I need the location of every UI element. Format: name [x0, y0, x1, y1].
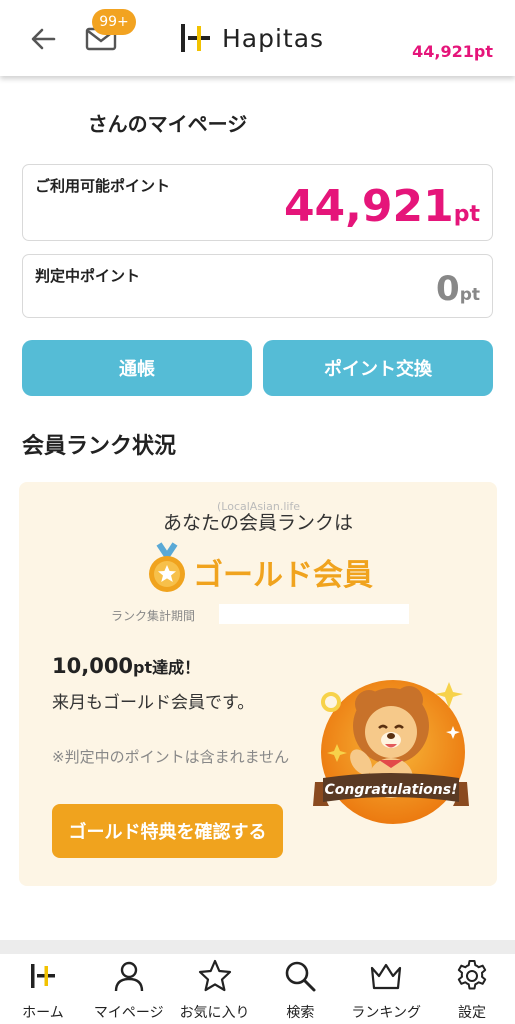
hapitas-logo[interactable]: Hapitas	[178, 20, 324, 56]
hapitas-logo-icon	[181, 24, 210, 52]
achievement-unit: pt	[133, 658, 153, 677]
gear-icon	[457, 960, 487, 990]
pending-points-label: 判定中ポイント	[35, 267, 141, 285]
bottom-navigation: ホーム マイページ お気に入り 検索 ランキング 設定	[0, 954, 515, 1024]
nav-search-label: 検索	[286, 1005, 315, 1021]
person-icon	[114, 961, 143, 992]
available-points-value: 44,921pt	[284, 181, 480, 232]
rank-name: ゴールド会員	[193, 558, 373, 593]
achievement-suffix: 達成！	[152, 658, 201, 677]
header-points[interactable]: 44,921pt	[412, 42, 493, 61]
rank-period-value-redacted	[219, 604, 409, 624]
crown-icon	[371, 963, 402, 990]
content-divider	[0, 940, 515, 954]
achievement-text: 10,000pt達成！	[52, 654, 200, 678]
page-title: さんのマイページ	[0, 108, 515, 137]
gold-benefits-button[interactable]: ゴールド特典を確認する	[52, 804, 283, 858]
nav-favorites-label: お気に入り	[179, 1005, 250, 1021]
nav-home[interactable]: ホーム	[0, 954, 86, 1024]
available-points-card: ご利用可能ポイント 44,921pt	[22, 164, 493, 241]
pending-points-unit: pt	[459, 285, 480, 305]
passbook-button[interactable]: 通帳	[22, 340, 252, 396]
star-icon	[198, 959, 231, 992]
nav-ranking-label: ランキング	[351, 1005, 422, 1021]
nav-home-label: ホーム	[22, 1005, 64, 1021]
achievement-amount: 10,000	[52, 654, 134, 678]
back-arrow-icon[interactable]	[26, 22, 60, 56]
search-icon	[286, 961, 316, 992]
nav-mypage-label: マイページ	[93, 1005, 164, 1021]
next-month-rank-text: 来月もゴールド会員です。	[52, 693, 255, 713]
nav-mypage[interactable]: マイページ	[86, 954, 172, 1024]
available-points-unit: pt	[453, 202, 480, 227]
gold-medal-icon	[149, 542, 185, 592]
congratulations-text: Congratulations!	[325, 782, 458, 798]
available-points-label: ご利用可能ポイント	[35, 177, 171, 195]
pending-note: ※判定中のポイントは含まれません	[52, 748, 290, 766]
nav-search[interactable]: 検索	[257, 954, 343, 1024]
pending-points-number: 0	[436, 269, 460, 309]
rank-section-title: 会員ランク状況	[22, 434, 177, 459]
home-logo-icon	[30, 964, 55, 988]
point-exchange-button[interactable]: ポイント交換	[263, 340, 493, 396]
nav-ranking[interactable]: ランキング	[343, 954, 429, 1024]
pending-points-card: 判定中ポイント 0pt	[22, 254, 493, 318]
rank-status-card: (LocalAsian.life あなたの会員ランクは ゴールド会員 ランク集計…	[19, 482, 497, 886]
nav-settings-label: 設定	[458, 1005, 487, 1021]
page-title-text: さんのマイページ	[87, 112, 248, 136]
congratulations-lion-illustration: Congratulations!	[313, 680, 469, 824]
notification-badge: 99+	[92, 9, 136, 35]
app-header: 99+ Hapitas 44,921pt	[0, 0, 515, 76]
nav-settings[interactable]: 設定	[429, 954, 515, 1024]
available-points-number: 44,921	[283, 181, 454, 232]
pending-points-value: 0pt	[436, 269, 480, 309]
rank-intro-text: あなたの会員ランクは	[162, 512, 353, 534]
nav-favorites[interactable]: お気に入り	[172, 954, 258, 1024]
logo-text: Hapitas	[222, 23, 325, 53]
rank-period-label: ランク集計期間	[111, 609, 196, 623]
